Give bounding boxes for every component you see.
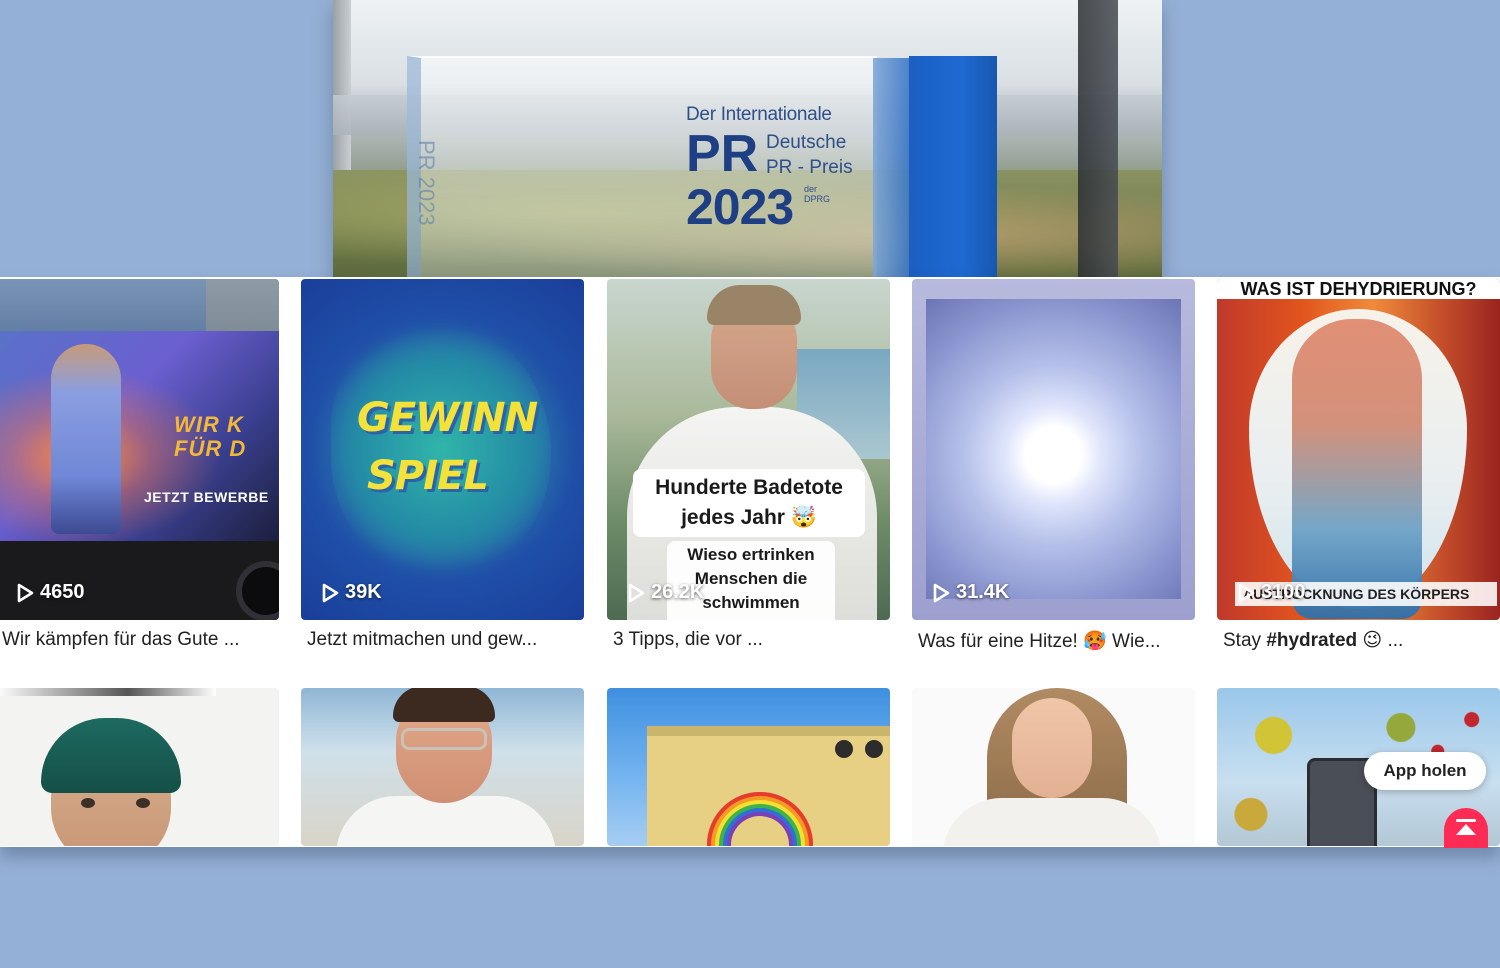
thumb-text-bubble: Hunderte Badetote jedes Jahr 🤯 (633, 469, 865, 537)
play-icon (933, 583, 950, 602)
video-thumbnail[interactable] (912, 688, 1195, 846)
video-caption[interactable]: Was für eine Hitze! 🥵 Wie... (918, 629, 1201, 653)
glasses (401, 728, 487, 750)
trophy-engraving: Der Internationale PR Deutsche PR - Prei… (686, 104, 853, 232)
video-thumbnail[interactable] (0, 688, 279, 846)
video-caption[interactable]: Jetzt mitmachen und gew... (307, 629, 590, 651)
engraving-pr: PR (686, 125, 759, 183)
engraving-line2: Deutsche (766, 132, 847, 153)
caption-hashtag[interactable]: #hydrated (1266, 630, 1357, 651)
play-icon (628, 583, 645, 602)
eye (136, 798, 150, 808)
view-count: 3100 (1237, 581, 1306, 604)
view-count: 31.4K (932, 581, 1009, 604)
video-thumbnail[interactable] (301, 688, 584, 846)
scroll-top-button[interactable] (1444, 808, 1488, 848)
view-count-value: 31.4K (956, 581, 1010, 603)
roof (647, 726, 890, 736)
trophy-edge (873, 58, 909, 277)
arrow-up-icon (1456, 819, 1476, 835)
view-count: 4650 (16, 581, 85, 604)
beanie (41, 718, 181, 793)
play-icon (1238, 583, 1255, 602)
window (865, 740, 883, 758)
window (835, 740, 853, 758)
thumb-slogan: WIR K FÜR D (174, 413, 246, 461)
play-icon (17, 583, 34, 602)
view-count-value: 26.2K (651, 581, 705, 603)
word-line2: SPIEL (367, 453, 489, 499)
caption-suffix: 😉 ... (1357, 630, 1404, 651)
engraving-subtitle: Deutsche PR - Preis (766, 130, 853, 180)
engraving-line3: PR - Preis (766, 157, 853, 178)
trophy-blue-block (909, 56, 997, 277)
thumb-title: WAS IST DEHYDRIERUNG? (1217, 279, 1500, 299)
word-line1: GEWINN (357, 395, 538, 441)
video-thumbnail[interactable]: GEWINN SPIEL 39K (301, 279, 584, 620)
video-caption[interactable]: Stay #hydrated 😉 ... (1223, 629, 1500, 652)
thumb-subtext: JETZT BEWERBE (144, 489, 269, 505)
view-count-value: 3100 (1261, 581, 1306, 603)
person-hair (707, 285, 801, 325)
engraving-line1: Der Internationale (686, 104, 832, 125)
sun-image (926, 299, 1181, 599)
video-grid: WIR K FÜR D JETZT BEWERBE 4650 Wir kämpf… (0, 277, 1500, 847)
engraving-org: der DPRG (804, 184, 831, 204)
view-count: 39K (321, 581, 382, 604)
play-icon (322, 583, 339, 602)
slogan-line2: FÜR D (174, 436, 247, 461)
eye (81, 798, 95, 808)
body-silhouette (1292, 319, 1422, 619)
video-caption[interactable]: 3 Tipps, die vor ... (613, 629, 896, 651)
trophy-side-engraving: PR 2023 (414, 140, 439, 226)
get-app-button[interactable]: App holen (1364, 752, 1486, 790)
person-hair (393, 688, 495, 722)
award-photo: PR 2023 Der Internationale PR Deutsche P… (333, 0, 1162, 277)
person-face (1012, 698, 1092, 798)
video-thumbnail[interactable]: WAS IST DEHYDRIERUNG? AUSTROCKNUNG DES K… (1217, 279, 1500, 620)
caption-prefix: Stay (1223, 630, 1267, 651)
view-count-value: 39K (345, 581, 382, 603)
thumb-word: GEWINN SPIEL (357, 389, 538, 505)
nurse-figure (51, 344, 121, 534)
thumb-bar (0, 688, 216, 696)
view-count-value: 4650 (40, 581, 85, 603)
slogan-line1: WIR K (174, 412, 244, 437)
lab-coat (336, 796, 556, 846)
engraving-year: 2023 (686, 179, 794, 235)
view-count: 26.2K (627, 581, 704, 604)
video-thumbnail[interactable]: Hunderte Badetote jedes Jahr 🤯 Wieso ert… (607, 279, 890, 620)
video-thumbnail[interactable]: 31.4K (912, 279, 1195, 620)
video-thumbnail[interactable] (607, 688, 890, 846)
person-top (942, 798, 1162, 846)
window-frame (1078, 0, 1118, 277)
video-caption[interactable]: Wir kämpfen für das Gute ... (2, 629, 285, 651)
video-thumbnail[interactable]: WIR K FÜR D JETZT BEWERBE 4650 (0, 279, 279, 620)
